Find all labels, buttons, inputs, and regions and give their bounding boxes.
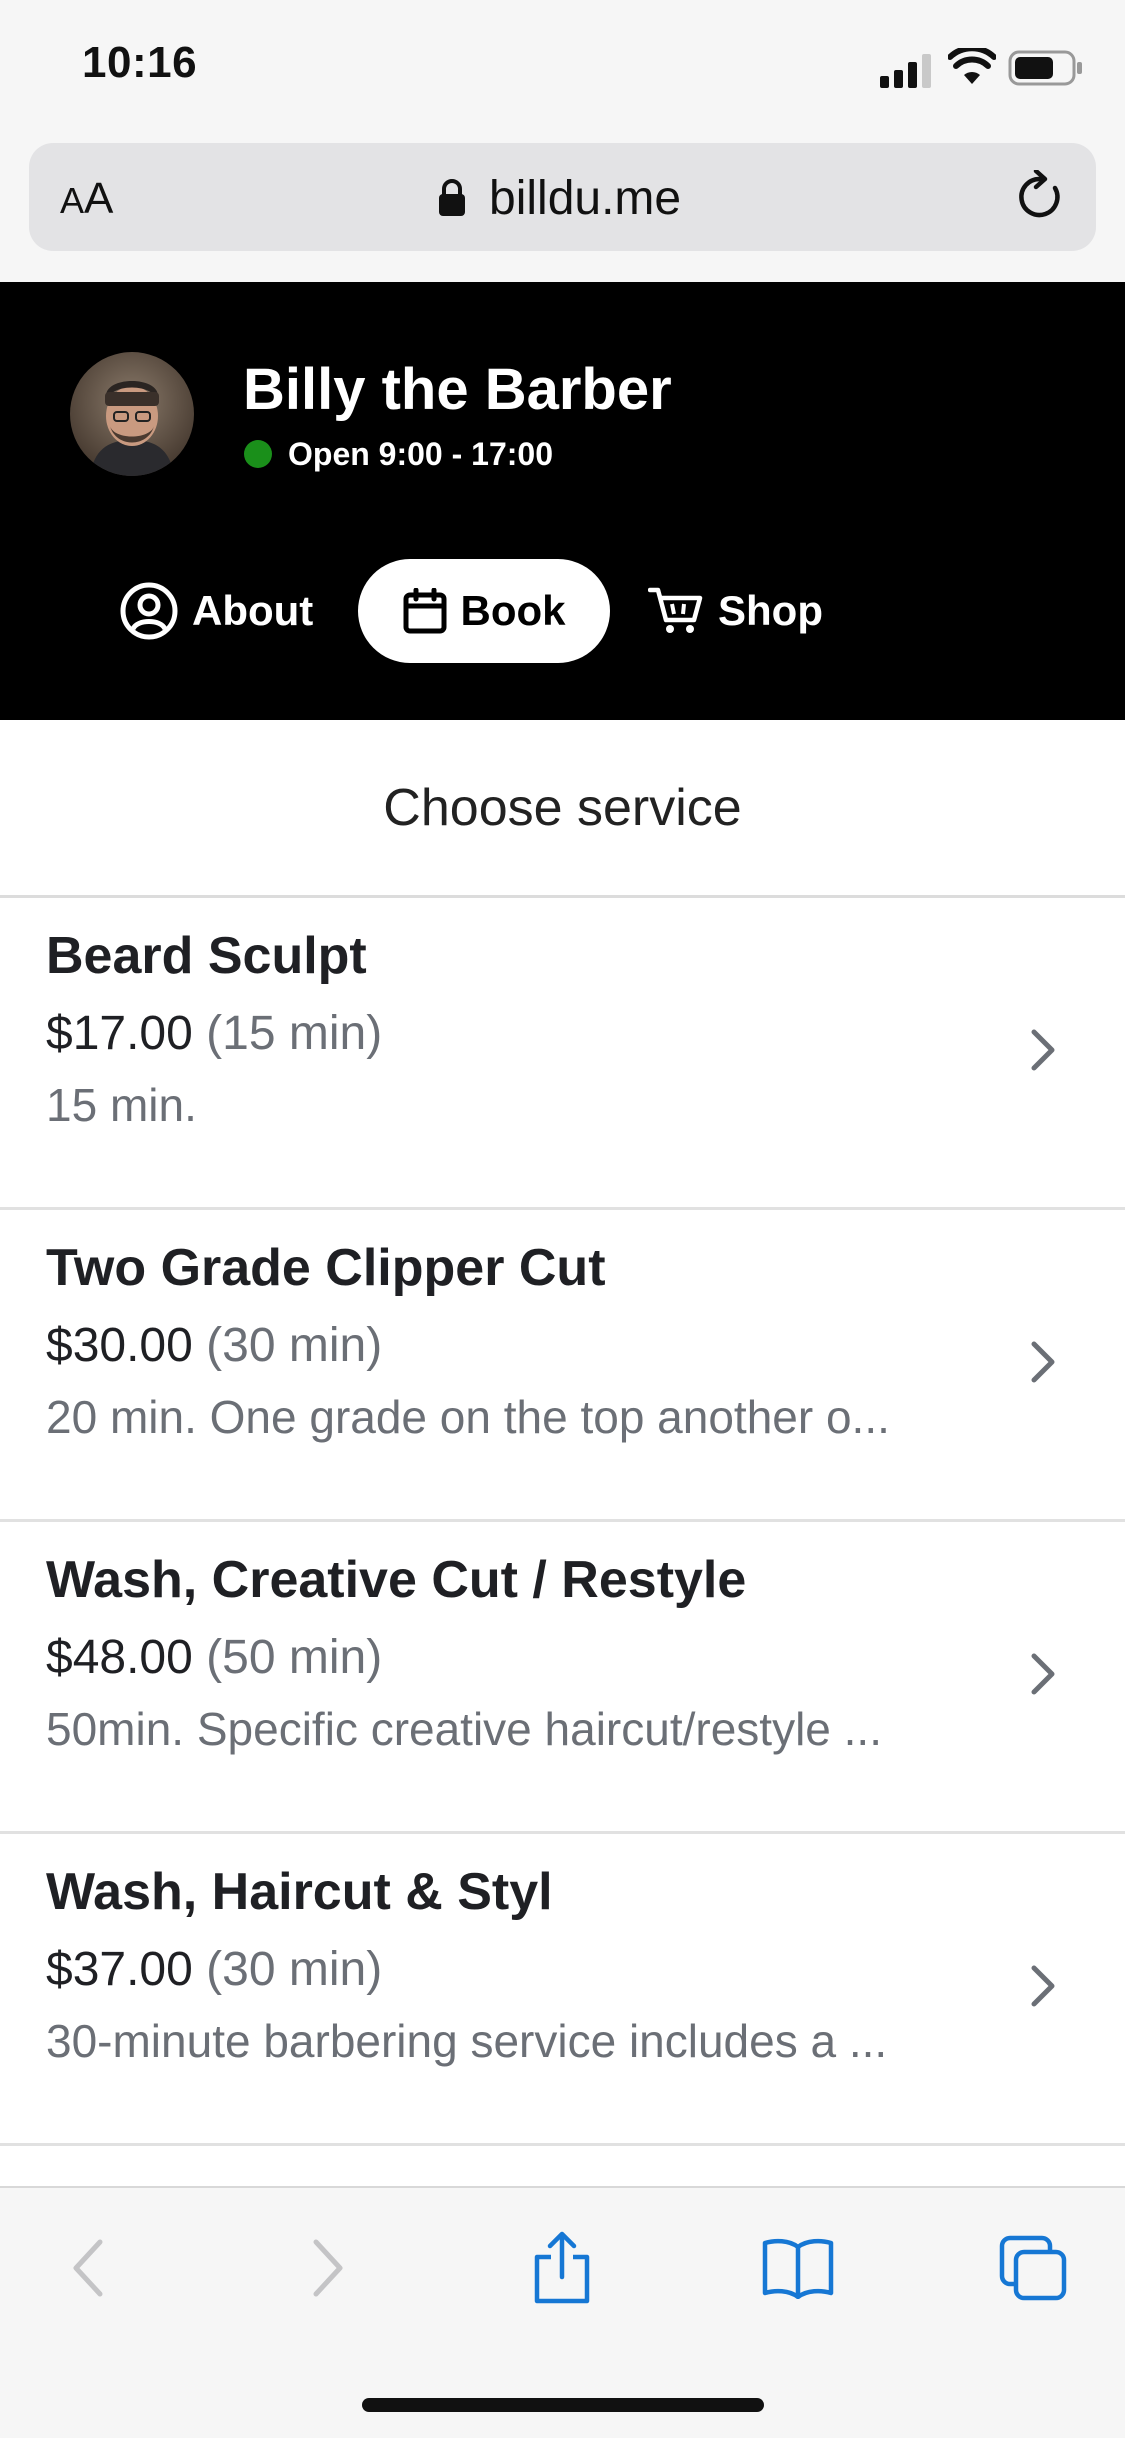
tabs-icon	[998, 2234, 1070, 2307]
tab-shop-label: Shop	[718, 587, 823, 634]
service-price-line: $17.00 (15 min)	[46, 1006, 382, 1061]
service-price: $48.00	[46, 1631, 193, 1684]
service-duration: (15 min)	[206, 1007, 383, 1060]
service-description: 15 min.	[46, 1079, 197, 1131]
text-size-button[interactable]: AA	[60, 174, 113, 224]
service-description: 20 min. One grade on the top another o..…	[46, 1391, 890, 1443]
open-status-dot	[244, 440, 272, 468]
service-description: 30-minute barbering service includes a .…	[46, 2015, 888, 2067]
service-item[interactable]: Two Grade Clipper Cut $30.00 (30 min) 20…	[0, 1210, 1125, 1522]
share-icon	[531, 2231, 593, 2310]
chevron-right-icon	[1028, 1652, 1058, 1701]
service-duration: (30 min)	[206, 1319, 383, 1372]
business-name: Billy the Barber	[243, 357, 672, 422]
share-button[interactable]	[522, 2230, 602, 2310]
chevron-right-icon	[1028, 1340, 1058, 1389]
forward-button[interactable]	[288, 2230, 368, 2310]
service-name: Beard Sculpt	[46, 927, 367, 985]
service-item[interactable]: Wash, Haircut & Styl $37.00 (30 min) 30-…	[0, 1834, 1125, 2146]
lock-icon	[437, 178, 467, 223]
status-time: 10:16	[82, 38, 198, 87]
home-indicator[interactable]	[362, 2398, 764, 2412]
wifi-icon	[947, 45, 997, 91]
cart-icon	[648, 586, 704, 636]
service-price: $37.00	[46, 1943, 193, 1996]
service-item[interactable]: Wash, Creative Cut / Restyle $48.00 (50 …	[0, 1522, 1125, 1834]
opening-hours: Open 9:00 - 17:00	[288, 436, 553, 472]
service-price-line: $48.00 (50 min)	[46, 1630, 382, 1685]
tab-shop[interactable]: Shop	[648, 578, 823, 644]
url-text[interactable]: billdu.me	[489, 171, 681, 226]
tab-about[interactable]: About	[120, 578, 313, 644]
tab-about-label: About	[192, 587, 314, 634]
tab-book[interactable]: Book	[358, 559, 610, 663]
service-duration: (30 min)	[206, 1943, 383, 1996]
battery-icon	[1008, 50, 1084, 91]
user-circle-icon	[120, 582, 178, 640]
service-price: $30.00	[46, 1319, 193, 1372]
service-price-line: $30.00 (30 min)	[46, 1318, 382, 1373]
chevron-right-icon	[1028, 1028, 1058, 1077]
service-duration: (50 min)	[206, 1631, 383, 1684]
text-size-large: A	[84, 174, 114, 223]
chevron-right-icon	[1028, 1964, 1058, 2013]
chevron-right-icon	[308, 2238, 348, 2303]
book-icon	[761, 2237, 835, 2304]
section-title: Choose service	[0, 720, 1125, 898]
chevron-left-icon	[68, 2238, 108, 2303]
service-name: Two Grade Clipper Cut	[46, 1239, 606, 1297]
service-price: $17.00	[46, 1007, 193, 1060]
back-button[interactable]	[48, 2230, 128, 2310]
service-price-line: $37.00 (30 min)	[46, 1942, 382, 1997]
cellular-signal-icon	[880, 52, 934, 93]
calendar-icon	[403, 588, 447, 634]
tabs-button[interactable]	[994, 2230, 1074, 2310]
bookmarks-button[interactable]	[758, 2230, 838, 2310]
reload-icon[interactable]	[1015, 168, 1065, 229]
service-name: Wash, Creative Cut / Restyle	[46, 1551, 747, 1609]
text-size-small: A	[60, 180, 85, 221]
avatar	[70, 352, 194, 476]
service-name: Wash, Haircut & Styl	[46, 1863, 553, 1921]
service-item[interactable]: Beard Sculpt $17.00 (15 min) 15 min.	[0, 898, 1125, 1210]
tab-book-label: Book	[460, 587, 566, 634]
service-description: 50min. Specific creative haircut/restyle…	[46, 1703, 882, 1755]
